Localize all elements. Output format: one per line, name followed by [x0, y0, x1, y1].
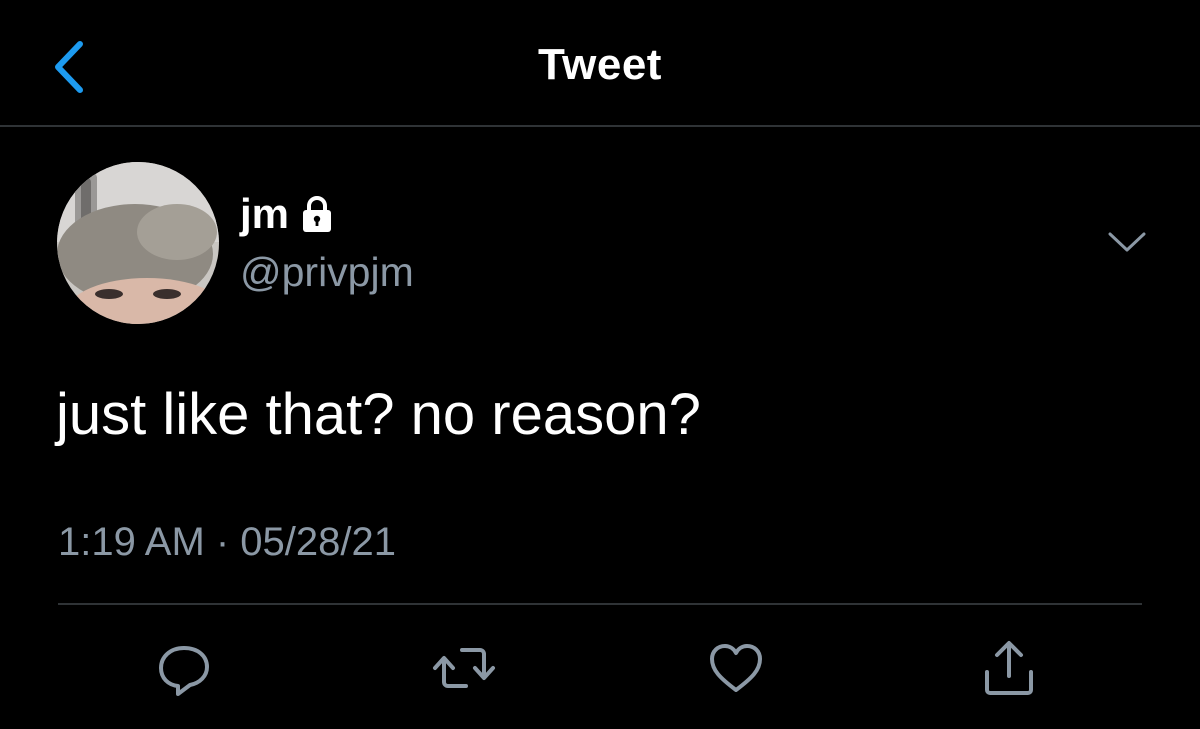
tweet-text: just like that? no reason? — [56, 382, 701, 447]
retweet-button[interactable] — [432, 636, 496, 700]
top-navigation-bar: Tweet — [0, 0, 1200, 127]
more-options-button[interactable] — [1102, 222, 1152, 262]
lock-icon — [303, 196, 332, 232]
avatar[interactable] — [57, 162, 219, 324]
divider — [58, 603, 1142, 605]
display-name: jm — [240, 190, 290, 237]
avatar-photo — [57, 162, 219, 324]
share-button[interactable] — [977, 636, 1041, 700]
author-handle[interactable]: @privpjm — [240, 248, 414, 296]
reply-icon — [159, 646, 209, 696]
page-title: Tweet — [538, 40, 662, 89]
share-icon — [985, 641, 1033, 695]
reply-button[interactable] — [152, 636, 216, 700]
author-name-row: jm — [240, 190, 333, 238]
tweet-timestamp: 1:19 AM · 05/28/21 — [58, 520, 397, 564]
chevron-down-icon — [1108, 232, 1146, 252]
heart-icon — [710, 644, 762, 692]
like-button[interactable] — [704, 636, 768, 700]
retweet-icon — [433, 648, 495, 688]
